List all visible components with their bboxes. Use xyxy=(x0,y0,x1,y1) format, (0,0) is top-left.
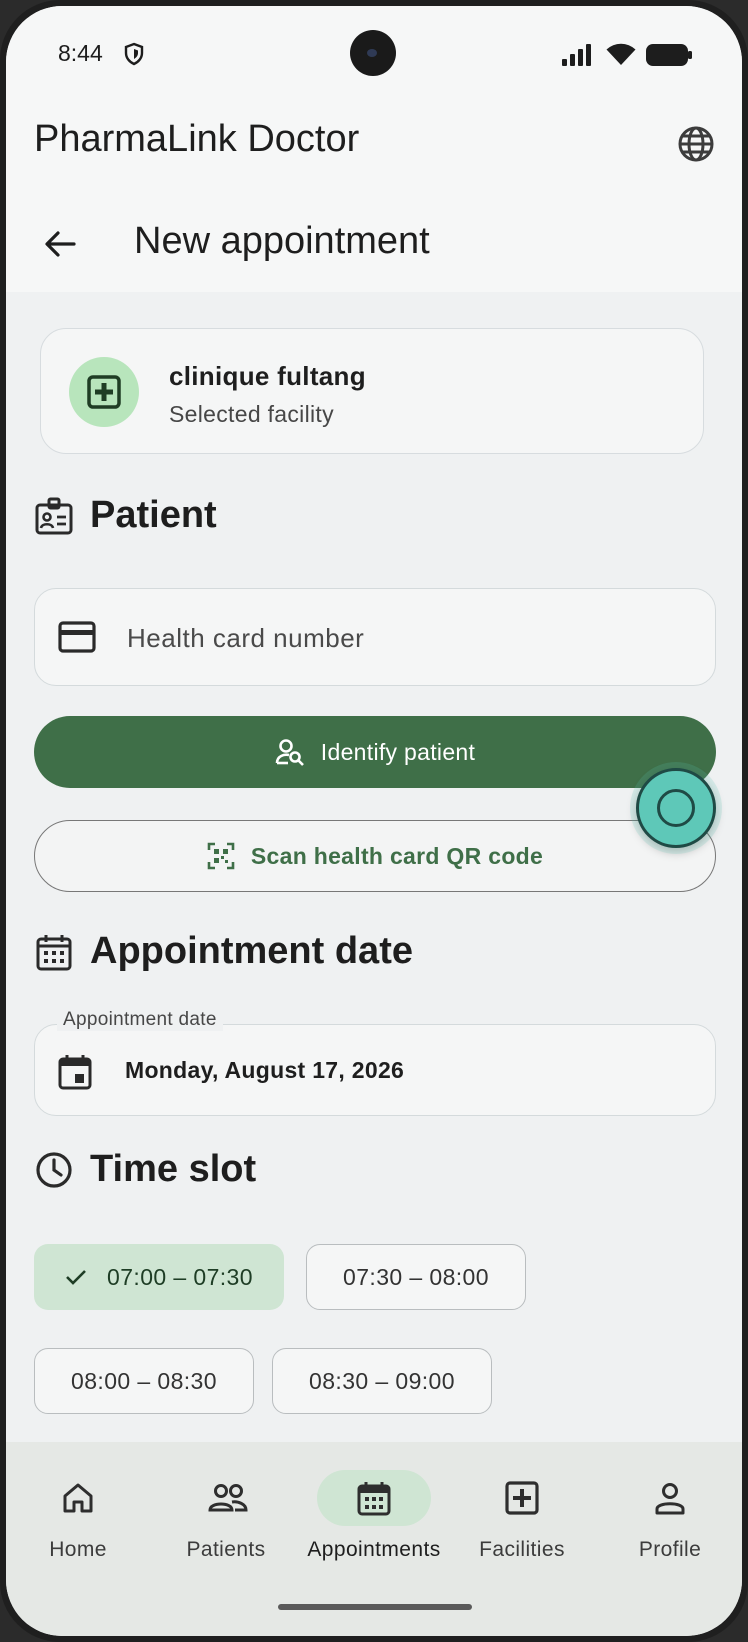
home-icon xyxy=(63,1483,93,1513)
home-indicator[interactable] xyxy=(278,1604,472,1610)
time-slot-chip[interactable]: 07:30 – 08:00 xyxy=(306,1244,526,1310)
time-slot-label: 07:30 – 08:00 xyxy=(343,1263,489,1290)
time-section-header: Time slot xyxy=(34,1148,256,1191)
patients-icon xyxy=(208,1484,248,1512)
nav-item-appointments[interactable]: Appointments xyxy=(304,1470,444,1570)
patient-section-header: Patient xyxy=(34,494,217,537)
hospital-plus-icon xyxy=(87,375,121,409)
selected-facility-card[interactable]: clinique fultang Selected facility xyxy=(40,328,704,454)
nav-label-facilities: Facilities xyxy=(479,1538,565,1561)
date-section-header: Appointment date xyxy=(34,930,413,973)
scan-qr-label: Scan health card QR code xyxy=(250,842,544,869)
time-slot-chip[interactable]: 08:30 – 09:00 xyxy=(272,1348,492,1414)
facility-name: clinique fultang xyxy=(169,361,366,391)
front-camera xyxy=(350,30,396,76)
screen: 8:44 PharmaLink Doctor New appointment c… xyxy=(6,6,742,1636)
wifi-icon xyxy=(606,43,636,65)
person-icon xyxy=(655,1483,685,1515)
language-globe-icon[interactable] xyxy=(676,124,716,164)
time-slot-chip[interactable]: 08:00 – 08:30 xyxy=(34,1348,254,1414)
time-slot-label: 08:30 – 09:00 xyxy=(309,1367,455,1394)
credit-card-icon xyxy=(58,621,96,653)
time-slot-label: 07:00 – 07:30 xyxy=(107,1263,253,1290)
time-slot-chip[interactable]: 07:00 – 07:30 xyxy=(34,1244,284,1310)
date-value: Monday, August 17, 2026 xyxy=(125,1057,405,1083)
nav-label-patients: Patients xyxy=(186,1538,266,1561)
badge-id-icon xyxy=(35,497,73,534)
shield-icon xyxy=(124,42,144,66)
event-icon xyxy=(58,1055,92,1090)
status-bar: 8:44 xyxy=(6,6,742,106)
signal-icon xyxy=(562,44,591,66)
status-time: 8:44 xyxy=(58,40,103,66)
date-section-title: Appointment date xyxy=(90,930,413,972)
scan-qr-button[interactable]: Scan health card QR code xyxy=(34,820,716,892)
page-title: New appointment xyxy=(134,220,430,262)
nav-item-facilities[interactable]: Facilities xyxy=(452,1470,592,1570)
identify-patient-button[interactable]: Identify patient xyxy=(34,716,716,788)
time-section-title: Time slot xyxy=(90,1148,257,1190)
back-arrow-icon[interactable] xyxy=(40,224,80,264)
nav-icon-container xyxy=(21,1470,135,1526)
app-title: PharmaLink Doctor xyxy=(34,118,360,160)
health-card-input[interactable] xyxy=(125,609,689,667)
health-card-field[interactable] xyxy=(34,588,716,686)
nav-label-profile: Profile xyxy=(638,1538,702,1561)
date-field-label: Appointment date xyxy=(57,1009,223,1031)
nav-icon-container xyxy=(613,1470,727,1526)
nav-icon-container xyxy=(169,1470,283,1526)
identify-patient-label: Identify patient xyxy=(320,738,476,765)
nav-icon-container xyxy=(317,1470,431,1526)
time-slot-label: 08:00 – 08:30 xyxy=(71,1367,217,1394)
nav-label-home: Home xyxy=(49,1538,107,1561)
calendar-icon xyxy=(357,1482,391,1516)
nav-item-profile[interactable]: Profile xyxy=(600,1470,740,1570)
qr-scan-icon xyxy=(207,842,235,870)
nav-item-home[interactable]: Home xyxy=(8,1470,148,1570)
phone-frame: 8:44 PharmaLink Doctor New appointment c… xyxy=(0,0,748,1642)
battery-icon xyxy=(646,44,692,66)
patient-section-title: Patient xyxy=(90,494,217,536)
nav-label-appointments: Appointments xyxy=(307,1538,441,1561)
facility-subtitle: Selected facility xyxy=(169,401,334,427)
clock-icon xyxy=(36,1151,72,1188)
touch-indicator-bubble[interactable] xyxy=(636,768,716,848)
appointment-date-field[interactable]: Appointment date Monday, August 17, 2026 xyxy=(34,1009,716,1116)
calendar-icon xyxy=(36,934,72,970)
nav-item-patients[interactable]: Patients xyxy=(156,1470,296,1570)
check-icon xyxy=(66,1270,86,1285)
facility-icon-badge xyxy=(69,357,139,427)
hospital-plus-icon xyxy=(505,1481,539,1515)
nav-icon-container xyxy=(465,1470,579,1526)
person-search-icon xyxy=(275,739,304,766)
